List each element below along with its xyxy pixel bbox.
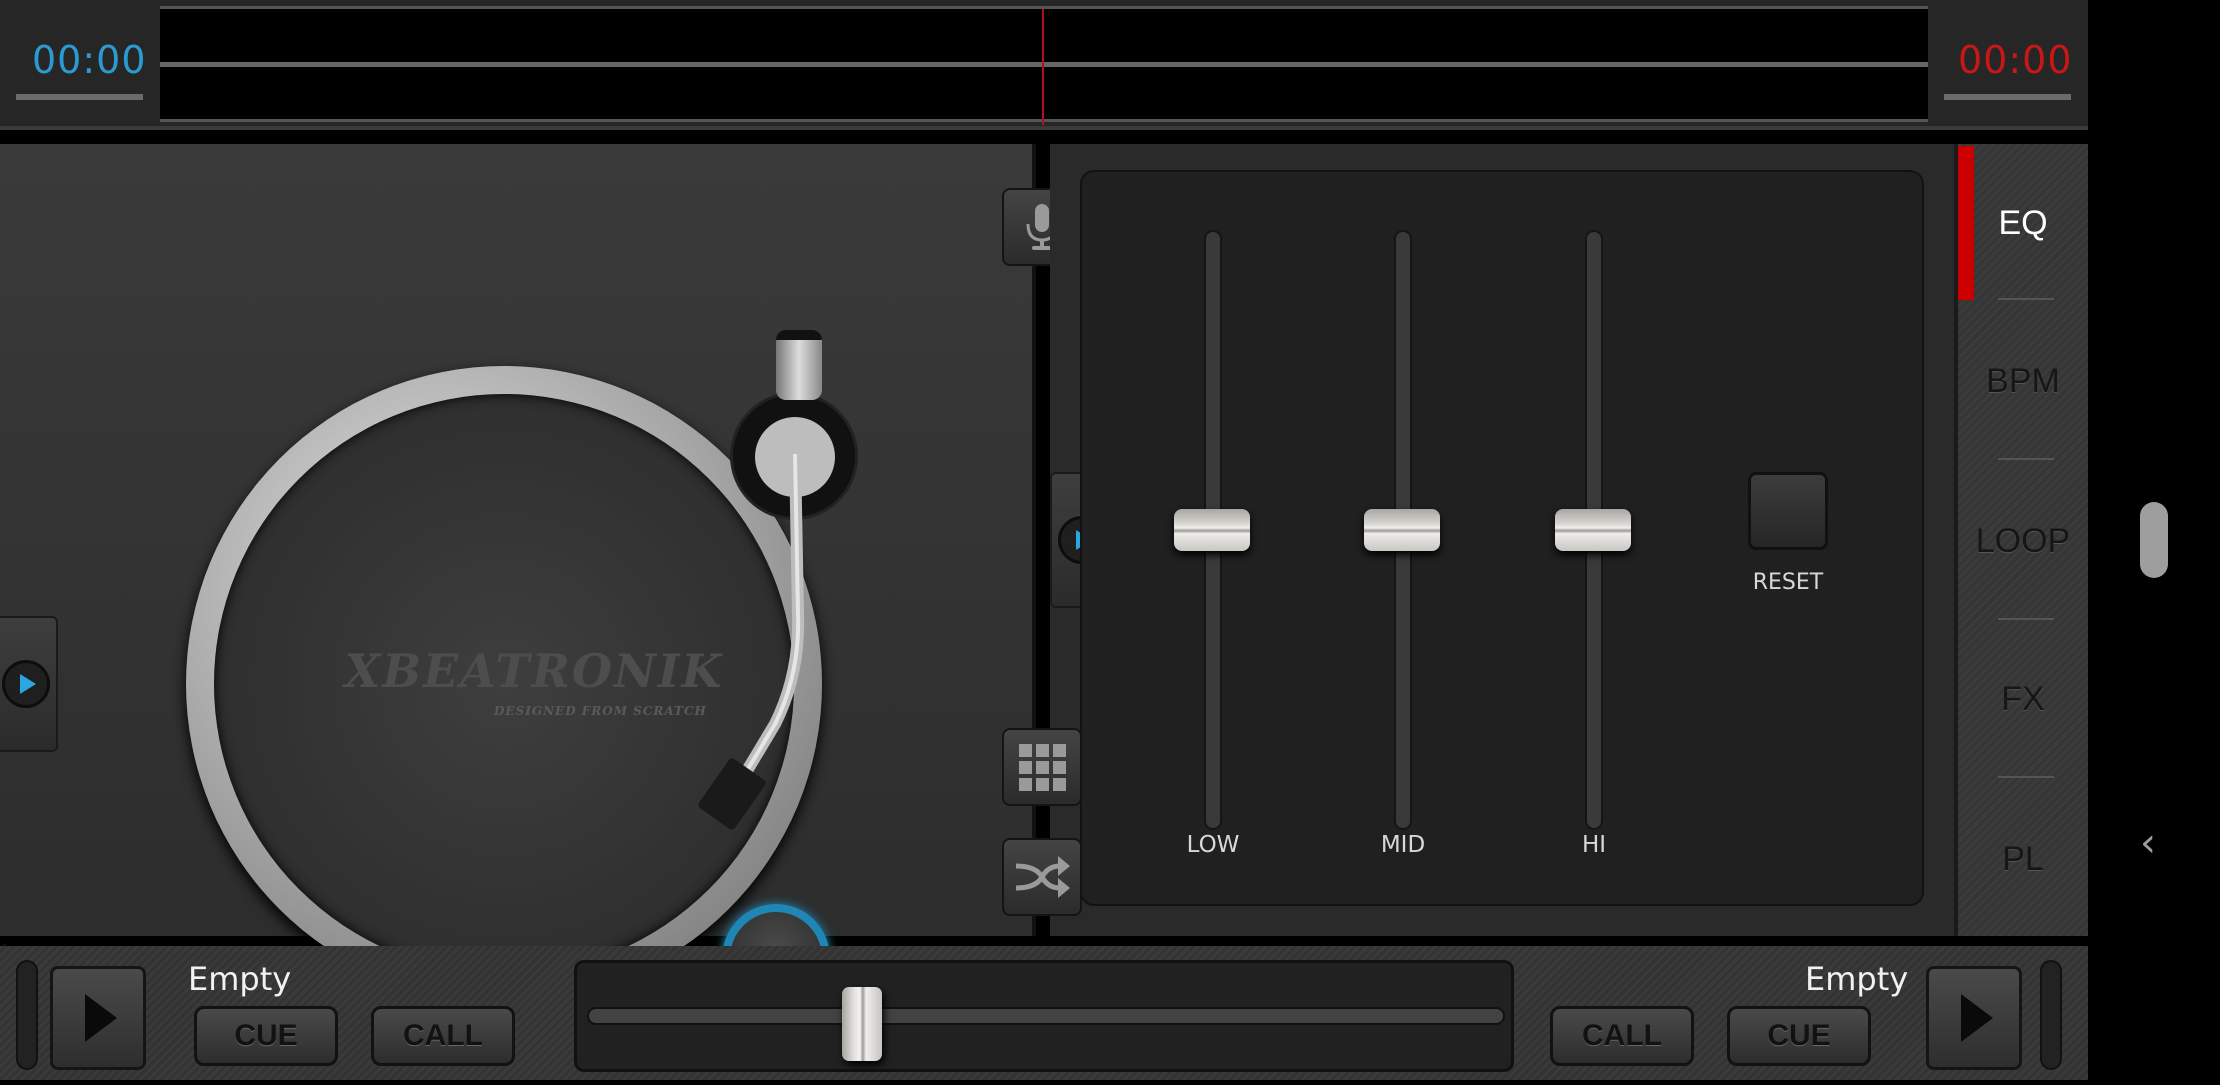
eq-hi-label: HI — [1581, 832, 1607, 858]
tab-separator — [1998, 298, 2054, 300]
crossfader[interactable] — [574, 960, 1514, 1072]
eq-low-label: LOW — [1186, 832, 1240, 858]
panel-tabs: EQ BPM LOOP FX PL — [1954, 144, 2088, 936]
eq-hi-knob[interactable] — [1555, 509, 1631, 551]
playhead-marker — [1042, 9, 1044, 125]
left-time-underline — [16, 94, 143, 100]
crossfader-knob[interactable] — [842, 987, 883, 1061]
right-deck-time: 00:00 — [1958, 38, 2073, 82]
transport-bar: Empty CUE CALL CALL CUE Empty — [0, 946, 2088, 1080]
right-call-button[interactable]: CALL — [1550, 1006, 1694, 1066]
right-cue-button[interactable]: CUE — [1727, 1006, 1871, 1066]
left-track-name: Empty — [188, 960, 292, 998]
waveform-divider — [160, 62, 1928, 67]
left-deck-time: 00:00 — [32, 38, 147, 82]
tab-fx[interactable]: FX — [1958, 620, 2088, 778]
system-nav-handle[interactable] — [2140, 502, 2168, 578]
right-time-underline — [1944, 94, 2071, 100]
crossfader-track[interactable] — [587, 1007, 1505, 1025]
left-deck-expand-button[interactable] — [0, 616, 58, 752]
tab-loop[interactable]: LOOP — [1958, 462, 2088, 620]
tab-eq[interactable]: EQ — [1958, 144, 2088, 302]
eq-panel: LOW MID HI RESET — [1080, 170, 1924, 906]
grid-icon — [1019, 744, 1066, 791]
sampler-grid-button[interactable] — [1002, 728, 1082, 806]
system-back-icon[interactable]: ‹ — [2140, 820, 2156, 866]
right-play-button[interactable] — [1926, 966, 2022, 1070]
waveform-display[interactable] — [160, 6, 1928, 125]
top-bar: 00:00 00:00 — [0, 0, 2088, 130]
eq-reset-button[interactable] — [1748, 472, 1828, 550]
left-call-button[interactable]: CALL — [371, 1006, 515, 1066]
play-icon — [1961, 994, 1993, 1042]
shuffle-icon — [1015, 856, 1070, 898]
left-play-button[interactable] — [50, 966, 146, 1070]
eq-mid-label: MID — [1380, 832, 1426, 858]
tab-separator — [1998, 776, 2054, 778]
tab-pl[interactable]: PL — [1958, 780, 2088, 938]
right-pitch-handle[interactable] — [2040, 960, 2062, 1070]
play-circle — [2, 660, 50, 708]
tab-separator — [1998, 458, 2054, 460]
eq-mid-knob[interactable] — [1364, 509, 1440, 551]
left-cue-button[interactable]: CUE — [194, 1006, 338, 1066]
play-icon — [20, 674, 36, 694]
brand-tagline: DESIGNED FROM SCRATCH — [494, 704, 707, 718]
turntable-deck: XBEATRONIK DESIGNED FROM SCRATCH ♫ + — [0, 144, 1036, 1079]
play-icon — [85, 994, 117, 1042]
tab-bpm[interactable]: BPM — [1958, 302, 2088, 460]
eq-reset-label: RESET — [1752, 570, 1824, 595]
eq-low-knob[interactable] — [1174, 509, 1250, 551]
tonearm[interactable] — [680, 394, 820, 914]
right-track-name: Empty — [1805, 960, 1909, 998]
left-pitch-handle[interactable] — [16, 960, 38, 1070]
tonearm-counterweight — [776, 330, 822, 400]
dj-app: 00:00 00:00 XBEATRONIK DESIGNED FROM SCR… — [0, 0, 2088, 1080]
shuffle-button[interactable] — [1002, 838, 1082, 916]
